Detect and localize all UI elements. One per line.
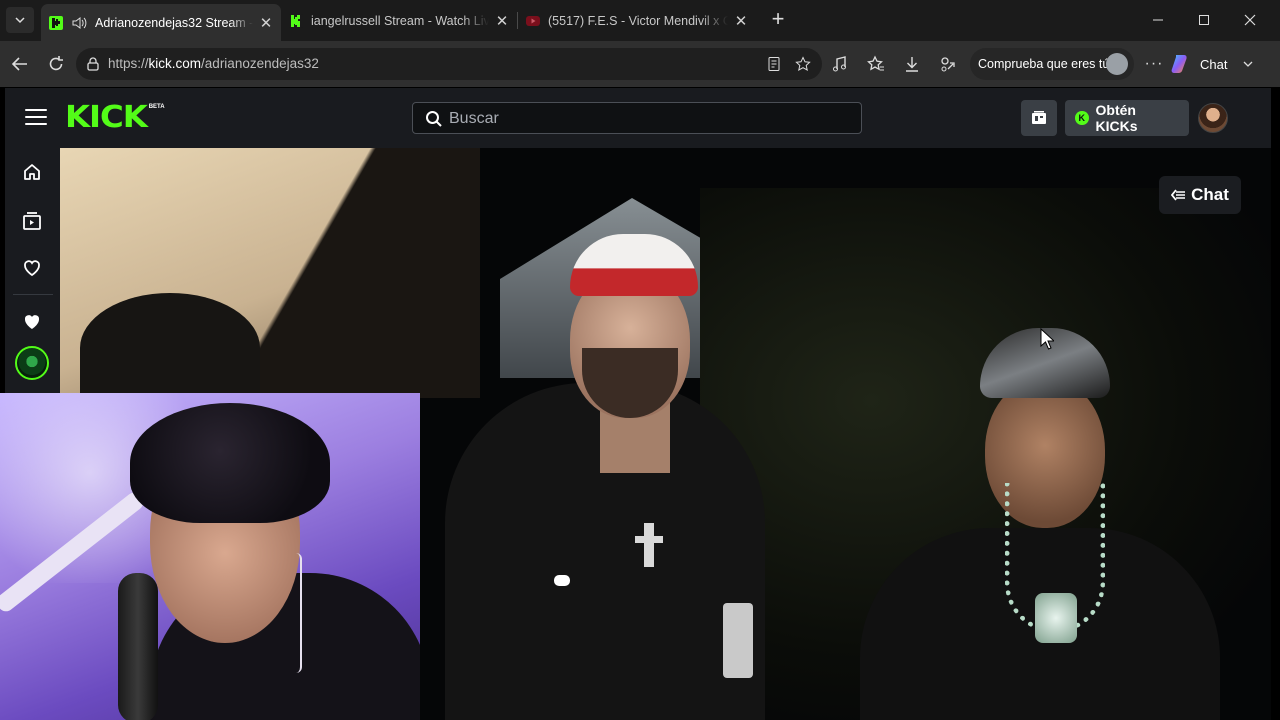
- close-tab-icon[interactable]: ✕: [259, 14, 273, 32]
- tab-title: (5517) F.E.S - Victor Mendivil x Oscar M…: [548, 13, 728, 28]
- kick-favicon: [289, 13, 303, 28]
- refresh-button[interactable]: [44, 52, 68, 76]
- url-domain: kick.com: [148, 56, 202, 71]
- webcam-earphone-wire: [296, 553, 302, 673]
- mouse-cursor-icon: [1040, 328, 1054, 350]
- url-text: https://kick.com/adrianozendejas32: [108, 56, 319, 71]
- clips-icon: [1032, 111, 1046, 124]
- video-cross-pendant: [644, 523, 654, 567]
- hamburger-menu-icon[interactable]: [25, 109, 47, 127]
- profile-verify-button[interactable]: Comprueba que eres tú: [970, 48, 1134, 80]
- home-icon[interactable]: [22, 162, 42, 182]
- streamer-webcam-overlay: [0, 393, 420, 720]
- browser-tab-strip: Adrianozendejas32 Stream - Watch Live on…: [0, 0, 1280, 41]
- refresh-icon: [49, 56, 63, 71]
- music-icon: [833, 56, 846, 72]
- copilot-icon: [1171, 55, 1187, 73]
- kick-logo[interactable]: KICK BETA: [65, 102, 165, 134]
- more-dots-icon: ···: [1144, 55, 1164, 72]
- lock-icon[interactable]: [85, 56, 101, 72]
- followed-channel-avatar[interactable]: [15, 346, 49, 380]
- profile-avatar-icon: [1106, 53, 1128, 75]
- chat-toggle-label: Chat: [1191, 185, 1229, 204]
- url-prefix: https://: [108, 56, 149, 71]
- minimize-button[interactable]: [1146, 8, 1170, 32]
- video-pocket: [723, 603, 753, 678]
- maximize-icon: [1199, 15, 1209, 25]
- chat-toggle-button[interactable]: Chat: [1159, 176, 1241, 214]
- expand-chat-icon: [1171, 189, 1186, 201]
- tab-iangelrussell[interactable]: iangelrussell Stream - Watch Live on Kic…: [281, 5, 517, 36]
- copilot-chat-button[interactable]: Chat: [1170, 48, 1270, 80]
- download-icon: [906, 57, 918, 72]
- close-tab-icon[interactable]: ✕: [734, 12, 748, 30]
- chevron-down-icon: [15, 17, 25, 24]
- tab-adrianozendejas32[interactable]: Adrianozendejas32 Stream - Watch Live on…: [41, 4, 281, 41]
- webcam-microphone: [118, 573, 158, 720]
- youtube-favicon: [526, 15, 540, 26]
- extensions-button[interactable]: [937, 53, 959, 75]
- url-path: /adrianozendejas32: [201, 56, 319, 71]
- search-input[interactable]: Buscar: [412, 102, 862, 134]
- close-tab-icon[interactable]: ✕: [495, 12, 509, 30]
- copilot-label: Chat: [1200, 56, 1228, 72]
- clips-button[interactable]: [1021, 100, 1057, 136]
- kick-header: KICK BETA Buscar K Obtén KICKs: [5, 88, 1271, 148]
- video-scene-cap: [80, 293, 260, 403]
- tab-youtube-fes[interactable]: (5517) F.E.S - Victor Mendivil x Oscar M…: [518, 5, 756, 36]
- tab-title: iangelrussell Stream - Watch Live on Kic…: [311, 13, 489, 28]
- video-cross-bar: [635, 536, 663, 543]
- favorites-list-icon: [867, 55, 884, 71]
- downloads-button[interactable]: [901, 53, 923, 75]
- kicks-coin-icon: K: [1075, 111, 1089, 125]
- new-tab-button[interactable]: +: [766, 8, 790, 32]
- search-placeholder: Buscar: [449, 110, 499, 127]
- user-avatar[interactable]: [1198, 103, 1228, 133]
- browse-icon[interactable]: [22, 211, 42, 231]
- kick-logo-text: KICK: [65, 100, 148, 135]
- following-icon[interactable]: [22, 258, 42, 278]
- address-bar[interactable]: https://kick.com/adrianozendejas32: [76, 48, 822, 80]
- browser-toolbar: https://kick.com/adrianozendejas32 Compr…: [0, 41, 1280, 87]
- maximize-button[interactable]: [1192, 8, 1216, 32]
- settings-more-button[interactable]: ···: [1143, 53, 1165, 75]
- media-control-button[interactable]: [829, 53, 851, 75]
- beta-badge: BETA: [148, 104, 165, 110]
- close-icon: [1244, 14, 1256, 26]
- search-icon: [426, 111, 442, 127]
- back-button[interactable]: [8, 52, 32, 76]
- back-arrow-icon: [11, 57, 27, 71]
- favorite-star-icon[interactable]: [795, 56, 811, 72]
- kick-favicon: [49, 15, 63, 30]
- verify-label: Comprueba que eres tú: [978, 57, 1110, 71]
- tab-title: Adrianozendejas32 Stream - Watch Live on…: [95, 15, 253, 30]
- webcam-streamer-hair: [130, 403, 330, 523]
- tab-actions-menu-button[interactable]: [6, 7, 34, 33]
- chevron-down-icon: [1244, 61, 1253, 67]
- speaker-icon[interactable]: [71, 16, 87, 30]
- get-kicks-label: Obtén KICKs: [1095, 102, 1138, 134]
- video-light-spot: [554, 575, 570, 586]
- favorites-icon[interactable]: [22, 312, 42, 332]
- minimize-icon: [1153, 19, 1163, 21]
- close-window-button[interactable]: [1238, 8, 1262, 32]
- get-kicks-button[interactable]: K Obtén KICKs: [1065, 100, 1189, 136]
- video-chain-pendant: [1035, 593, 1077, 643]
- extension-icon: [941, 57, 955, 72]
- favorites-button[interactable]: [865, 53, 887, 75]
- reading-view-icon[interactable]: [766, 56, 782, 72]
- sidebar-divider: [13, 294, 53, 295]
